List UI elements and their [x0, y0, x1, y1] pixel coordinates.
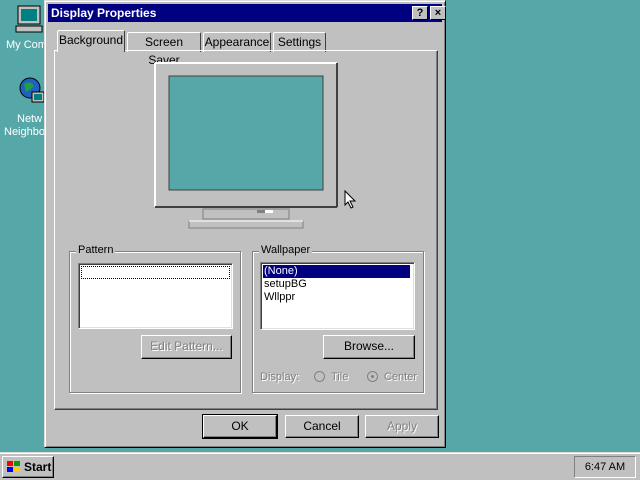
- pattern-list-item-selected[interactable]: [81, 266, 230, 279]
- ok-button[interactable]: OK: [202, 414, 278, 439]
- wallpaper-item-setupbg[interactable]: setupBG: [263, 278, 307, 291]
- wallpaper-group-label: Wallpaper: [259, 244, 313, 257]
- my-computer-label: My Com: [6, 39, 47, 51]
- center-radio[interactable]: [367, 371, 378, 382]
- window-title: Display Properties: [51, 6, 157, 20]
- pattern-group-label: Pattern: [76, 244, 116, 257]
- mouse-cursor-icon: [344, 190, 357, 209]
- display-label: Display:: [260, 371, 300, 383]
- tab-settings-label: Settings: [277, 35, 322, 49]
- taskbar: Start 6:47 AM: [0, 452, 640, 480]
- start-label: Start: [24, 460, 52, 474]
- cancel-button[interactable]: Cancel: [285, 415, 359, 438]
- help-button[interactable]: ?: [412, 6, 428, 20]
- tile-radio[interactable]: [314, 371, 325, 382]
- display-properties-window: Display Properties ? × Background Screen…: [44, 0, 446, 448]
- tile-label[interactable]: Tile: [331, 371, 348, 383]
- network-icon: [19, 77, 45, 103]
- browse-button[interactable]: Browse...: [323, 335, 415, 359]
- center-radio-dot: [371, 375, 374, 378]
- apply-button[interactable]: Apply: [365, 415, 439, 438]
- network-neighborhood-desktop-icon[interactable]: [18, 76, 46, 110]
- wallpaper-list[interactable]: (None) setupBG Wllppr: [260, 262, 415, 330]
- tab-background[interactable]: Background: [57, 30, 125, 52]
- wallpaper-item-wllppr[interactable]: Wllppr: [263, 291, 295, 304]
- monitor-preview: [153, 61, 345, 231]
- close-button[interactable]: ×: [430, 6, 446, 20]
- title-bar[interactable]: Display Properties ? ×: [48, 4, 446, 22]
- tab-settings[interactable]: Settings: [273, 32, 326, 52]
- windows-logo-icon: [7, 461, 20, 472]
- monitor-icon: [154, 62, 338, 229]
- network-label-line1: Netw: [17, 113, 43, 125]
- tab-background-label: Background: [58, 33, 124, 47]
- pattern-list[interactable]: [78, 263, 233, 329]
- start-button[interactable]: Start: [2, 456, 54, 478]
- center-label[interactable]: Center: [384, 371, 417, 383]
- network-label-line2: Neighbo: [4, 126, 45, 138]
- wallpaper-item-none[interactable]: (None): [263, 265, 410, 278]
- edit-pattern-button[interactable]: Edit Pattern...: [141, 335, 232, 359]
- system-tray-clock[interactable]: 6:47 AM: [574, 456, 636, 478]
- my-computer-desktop-icon[interactable]: [14, 4, 44, 34]
- tab-appearance-label: Appearance: [204, 35, 270, 49]
- tab-appearance[interactable]: Appearance: [203, 32, 271, 52]
- tab-screen-saver[interactable]: Screen Saver: [127, 32, 201, 67]
- computer-icon: [15, 5, 43, 33]
